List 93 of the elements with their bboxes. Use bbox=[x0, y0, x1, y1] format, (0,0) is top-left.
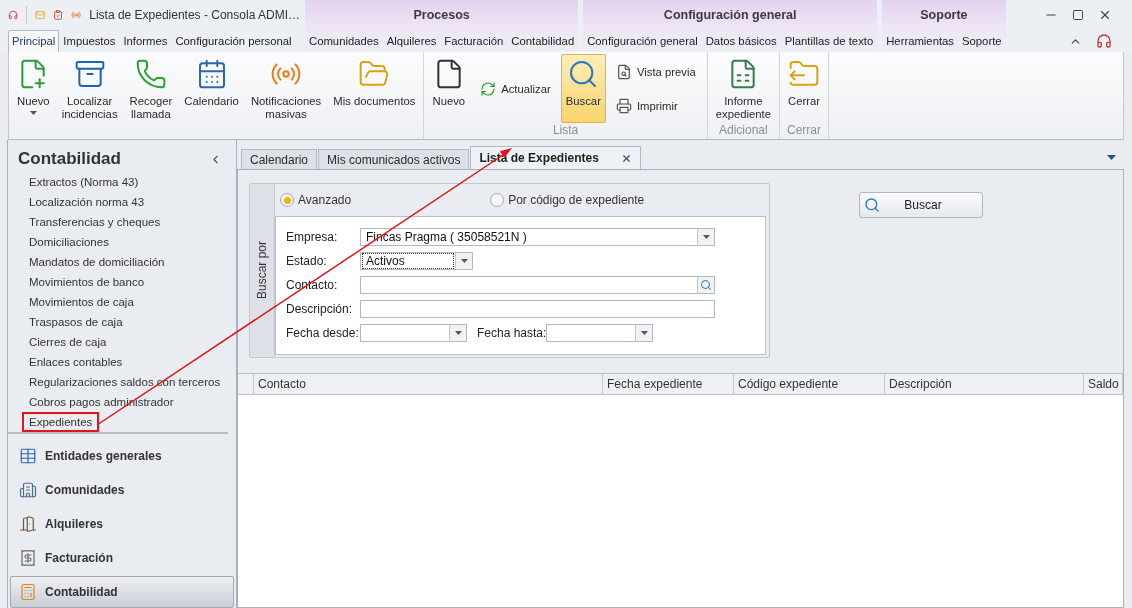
document-search-icon bbox=[615, 63, 632, 80]
caret-icon bbox=[29, 111, 37, 115]
ribbon-button[interactable]: Buscar bbox=[560, 54, 606, 123]
dropdown-arrow-icon[interactable] bbox=[1107, 155, 1116, 160]
group-label: Buscar por bbox=[255, 241, 269, 300]
column-header[interactable]: Saldo bbox=[1084, 374, 1123, 394]
input-field[interactable] bbox=[360, 300, 715, 318]
ribbon-button[interactable]: Calendario bbox=[179, 54, 244, 123]
ribbon-button[interactable]: Informe expediente bbox=[710, 54, 776, 123]
ribbon-button[interactable]: Vista previa bbox=[611, 60, 700, 83]
ribbon-tab[interactable]: Principal bbox=[8, 30, 60, 52]
column-header[interactable]: Descripción bbox=[885, 374, 1084, 394]
field-label: Estado: bbox=[286, 254, 328, 268]
sidebar-item[interactable]: Enlaces contables bbox=[22, 352, 130, 372]
column-header[interactable]: Código expediente bbox=[734, 374, 885, 394]
ribbon-button[interactable]: Localizar incidencias bbox=[56, 54, 123, 123]
ribbon-button[interactable]: Notificaciones masivas bbox=[245, 54, 327, 123]
nav-button[interactable]: Comunidades bbox=[10, 474, 234, 506]
ribbon-button[interactable]: Mis documentos bbox=[328, 54, 421, 123]
clipboard-icon[interactable] bbox=[52, 7, 64, 23]
field-label: Fecha hasta: bbox=[477, 326, 546, 340]
ribbon-tab[interactable]: Plantillas de texto bbox=[780, 30, 878, 52]
sidebar-item[interactable]: Extractos (Norma 43) bbox=[22, 172, 146, 192]
document-tab[interactable]: Calendario bbox=[241, 149, 318, 169]
context-header: Procesos bbox=[412, 7, 471, 24]
nav-button[interactable]: Alquileres bbox=[10, 508, 234, 540]
sidebar-title: Contabilidad bbox=[18, 149, 121, 169]
ribbon-tab[interactable]: Informes bbox=[119, 30, 172, 52]
radio-option[interactable]: Avanzado bbox=[280, 193, 352, 207]
ribbon-tab[interactable]: Contabilidad bbox=[507, 30, 579, 52]
dropdown-field[interactable]: Activos bbox=[360, 252, 473, 270]
radio-option[interactable]: Por código de expediente bbox=[490, 193, 645, 207]
search-icon[interactable] bbox=[700, 279, 712, 291]
close-icon[interactable] bbox=[620, 152, 632, 164]
dropdown-arrow-icon bbox=[454, 331, 462, 335]
ribbon-button[interactable]: Recoger llamada bbox=[124, 54, 178, 123]
door-icon bbox=[19, 515, 37, 533]
dropdown-arrow-icon bbox=[460, 259, 468, 263]
calculator-icon bbox=[19, 583, 37, 601]
search-button[interactable]: Buscar bbox=[859, 192, 983, 218]
ribbon-button[interactable]: Actualizar bbox=[476, 77, 555, 100]
sidebar-item[interactable]: Movimientos de banco bbox=[22, 272, 152, 292]
ribbon-tab[interactable]: Impuestos bbox=[59, 30, 120, 52]
ribbon-button[interactable]: Nuevo bbox=[12, 54, 55, 123]
sidebar-item[interactable]: Mandatos de domiciliación bbox=[22, 252, 172, 272]
refresh-icon bbox=[480, 80, 497, 97]
dropdown-arrow-icon bbox=[702, 235, 710, 239]
sidebar-item[interactable]: Expedientes bbox=[22, 412, 100, 432]
dropdown-field[interactable] bbox=[546, 324, 653, 342]
nav-button[interactable]: Entidades generales bbox=[10, 440, 234, 472]
search-icon bbox=[864, 197, 880, 213]
context-header: Configuración general bbox=[662, 7, 798, 24]
nav-button[interactable]: Contabilidad bbox=[10, 576, 234, 608]
ribbon-tab[interactable]: Configuración general bbox=[583, 30, 702, 52]
ribbon-tab[interactable]: Configuración personal bbox=[171, 30, 296, 52]
table-icon bbox=[19, 447, 37, 465]
field-label: Fecha desde: bbox=[286, 326, 360, 340]
ribbon-tab[interactable]: Alquileres bbox=[382, 30, 441, 52]
document-tab[interactable]: Mis comunicados activos bbox=[318, 149, 470, 169]
column-header[interactable]: Fecha expediente bbox=[603, 374, 734, 394]
ribbon-tab[interactable]: Datos básicos bbox=[701, 30, 781, 52]
sidebar-item[interactable]: Localización norma 43 bbox=[22, 192, 152, 212]
group-label: Cerrar bbox=[786, 123, 823, 139]
sidebar-item[interactable]: Transferencias y cheques bbox=[22, 212, 168, 232]
ribbon-tab[interactable]: Soporte bbox=[958, 30, 1006, 52]
context-header: Soporte bbox=[919, 7, 969, 24]
ribbon-button[interactable]: Nuevo bbox=[427, 54, 471, 123]
field-label: Descripción: bbox=[286, 302, 354, 316]
input-field[interactable] bbox=[360, 276, 715, 294]
sidebar-item[interactable]: Traspasos de caja bbox=[22, 312, 130, 332]
maximize-icon[interactable] bbox=[1072, 9, 1084, 21]
ribbon-button[interactable]: Imprimir bbox=[611, 94, 700, 117]
ribbon-tab[interactable]: Facturación bbox=[440, 30, 508, 52]
phone-icon bbox=[134, 58, 167, 90]
file-cabinet-icon bbox=[73, 58, 106, 90]
field-label: Empresa: bbox=[286, 230, 339, 244]
ribbon-tab[interactable]: Comunidades bbox=[305, 30, 383, 52]
receipt-icon bbox=[19, 549, 37, 567]
window-title: Lista de Expedientes - Consola ADMI… bbox=[89, 8, 300, 22]
close-icon[interactable] bbox=[1098, 8, 1112, 22]
building-icon bbox=[19, 481, 37, 499]
ribbon-button[interactable]: Cerrar bbox=[783, 54, 826, 123]
ribbon-tab[interactable]: Herramientas bbox=[882, 30, 958, 52]
printer-icon bbox=[615, 97, 632, 114]
sidebar-item[interactable]: Movimientos de caja bbox=[22, 292, 141, 312]
sidebar-item[interactable]: Cierres de caja bbox=[22, 332, 114, 352]
nav-button[interactable]: Facturación bbox=[10, 542, 234, 574]
group-label: Adicional bbox=[718, 123, 769, 139]
dropdown-field[interactable] bbox=[360, 324, 467, 342]
group-label: Lista bbox=[551, 123, 580, 139]
dropdown-arrow-icon bbox=[640, 331, 648, 335]
sidebar-item[interactable]: Domiciliaciones bbox=[22, 232, 116, 252]
column-header[interactable]: Contacto bbox=[254, 374, 603, 394]
